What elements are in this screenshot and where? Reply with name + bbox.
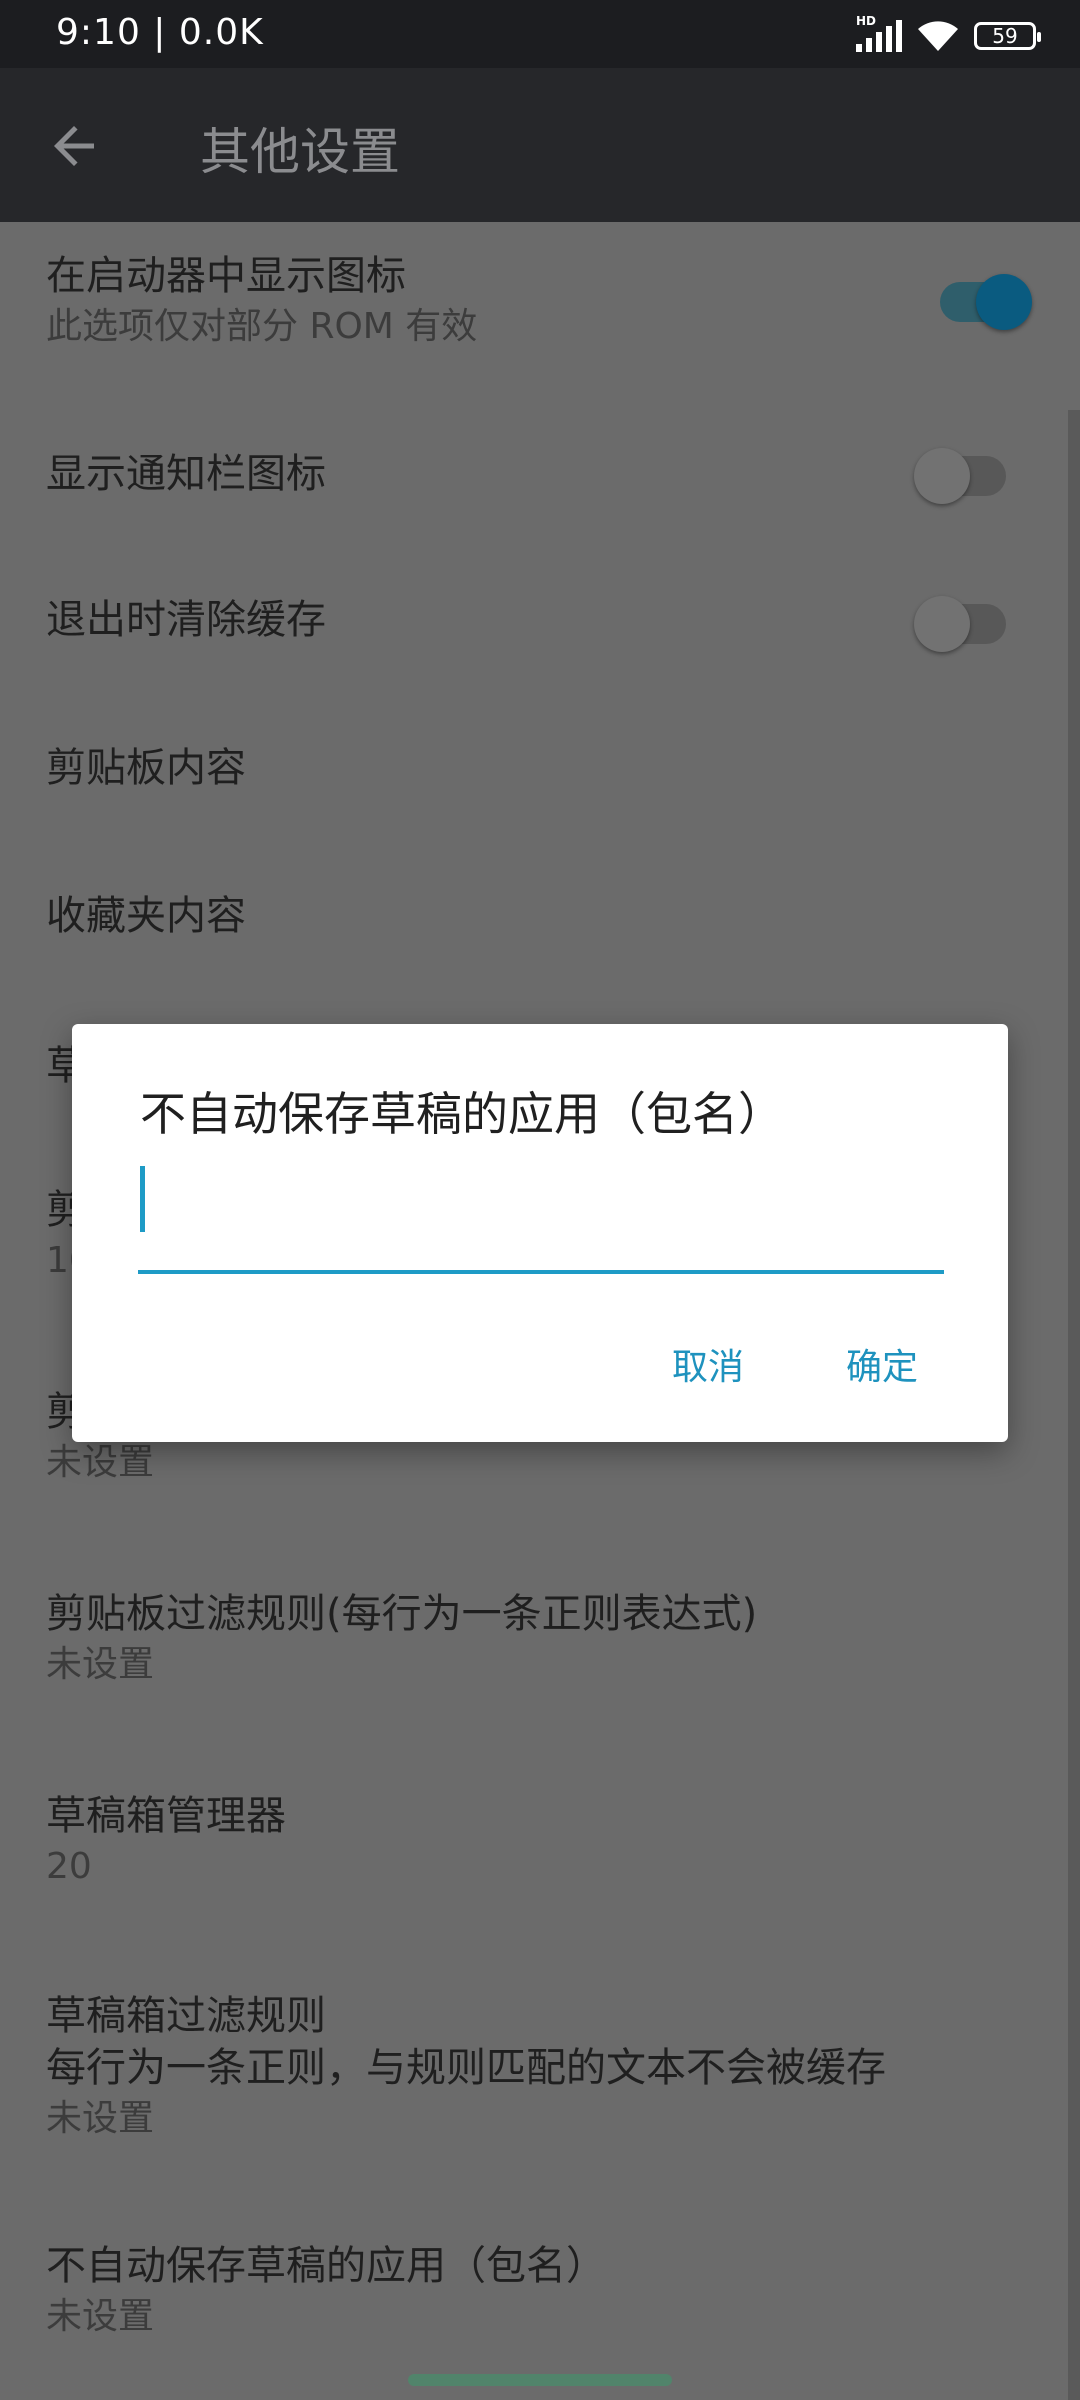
setting-notification-icon[interactable]: 显示通知栏图标 xyxy=(46,448,1026,500)
setting-subtitle: 未设置 xyxy=(46,2296,155,2337)
ok-button[interactable]: 确定 xyxy=(838,1328,926,1400)
status-bar: 9:10 | 0.0K HD 59 xyxy=(0,0,1080,68)
dialog-title: 不自动保存草稿的应用（包名） xyxy=(140,1087,784,1141)
wifi-icon xyxy=(918,21,958,51)
setting-subtitle: 未设置 xyxy=(46,1442,155,1483)
setting-title: 收藏夹内容 xyxy=(46,893,246,939)
setting-clipboard-content[interactable]: 剪贴板内容 xyxy=(46,742,1026,794)
hd-badge: HD xyxy=(856,14,877,28)
home-indicator[interactable] xyxy=(408,2374,672,2386)
setting-title-line2: 每行为一条正则，与规则匹配的文本不会被缓存 xyxy=(46,2045,886,2091)
setting-title: 不自动保存草稿的应用（包名） xyxy=(46,2243,606,2289)
arrow-left-icon[interactable] xyxy=(44,116,104,176)
setting-draft-manager[interactable]: 草稿箱管理器 20 xyxy=(46,1790,1026,1892)
cellular-signal-icon: HD xyxy=(856,14,902,52)
setting-favorites-content[interactable]: 收藏夹内容 xyxy=(46,890,1026,942)
setting-title: 在启动器中显示图标 xyxy=(46,253,406,299)
setting-show-launcher-icon[interactable]: 在启动器中显示图标 此选项仅对部分 ROM 有效 xyxy=(46,250,1026,352)
show-launcher-icon-toggle[interactable] xyxy=(940,274,1032,330)
scrollbar[interactable] xyxy=(1068,410,1080,2400)
setting-title: 显示通知栏图标 xyxy=(46,451,326,497)
setting-no-autosave-apps[interactable]: 不自动保存草稿的应用（包名） 未设置 xyxy=(46,2240,1026,2342)
package-name-input[interactable] xyxy=(138,1166,944,1274)
setting-subtitle: 20 xyxy=(46,1846,92,1887)
setting-title: 退出时清除缓存 xyxy=(46,597,326,643)
clear-cache-toggle[interactable] xyxy=(914,596,1006,652)
package-name-dialog: 不自动保存草稿的应用（包名） 取消 确定 xyxy=(72,1024,1008,1442)
setting-clear-cache[interactable]: 退出时清除缓存 xyxy=(46,594,1026,646)
setting-title: 草稿箱过滤规则 xyxy=(46,1993,326,2039)
setting-draft-filter[interactable]: 草稿箱过滤规则 每行为一条正则，与规则匹配的文本不会被缓存 未设置 xyxy=(46,1990,1026,2144)
setting-title: 剪贴板过滤规则(每行为一条正则表达式) xyxy=(46,1591,758,1637)
cancel-button[interactable]: 取消 xyxy=(664,1328,752,1400)
status-time: 9:10 | 0.0K xyxy=(56,12,264,53)
battery-level: 59 xyxy=(992,24,1018,48)
page-title: 其他设置 xyxy=(200,123,400,181)
setting-title: 草稿箱管理器 xyxy=(46,1793,286,1839)
setting-subtitle: 未设置 xyxy=(46,2098,155,2139)
battery-icon: 59 xyxy=(974,22,1041,50)
setting-title: 剪贴板内容 xyxy=(46,745,246,791)
text-cursor xyxy=(140,1166,145,1232)
setting-clipboard-filter[interactable]: 剪贴板过滤规则(每行为一条正则表达式) 未设置 xyxy=(46,1588,1026,1690)
app-bar: 其他设置 xyxy=(0,68,1080,222)
status-icons: HD 59 xyxy=(856,14,1041,56)
notification-icon-toggle[interactable] xyxy=(914,448,1006,504)
setting-subtitle: 此选项仅对部分 ROM 有效 xyxy=(46,306,478,347)
setting-subtitle: 未设置 xyxy=(46,1644,155,1685)
